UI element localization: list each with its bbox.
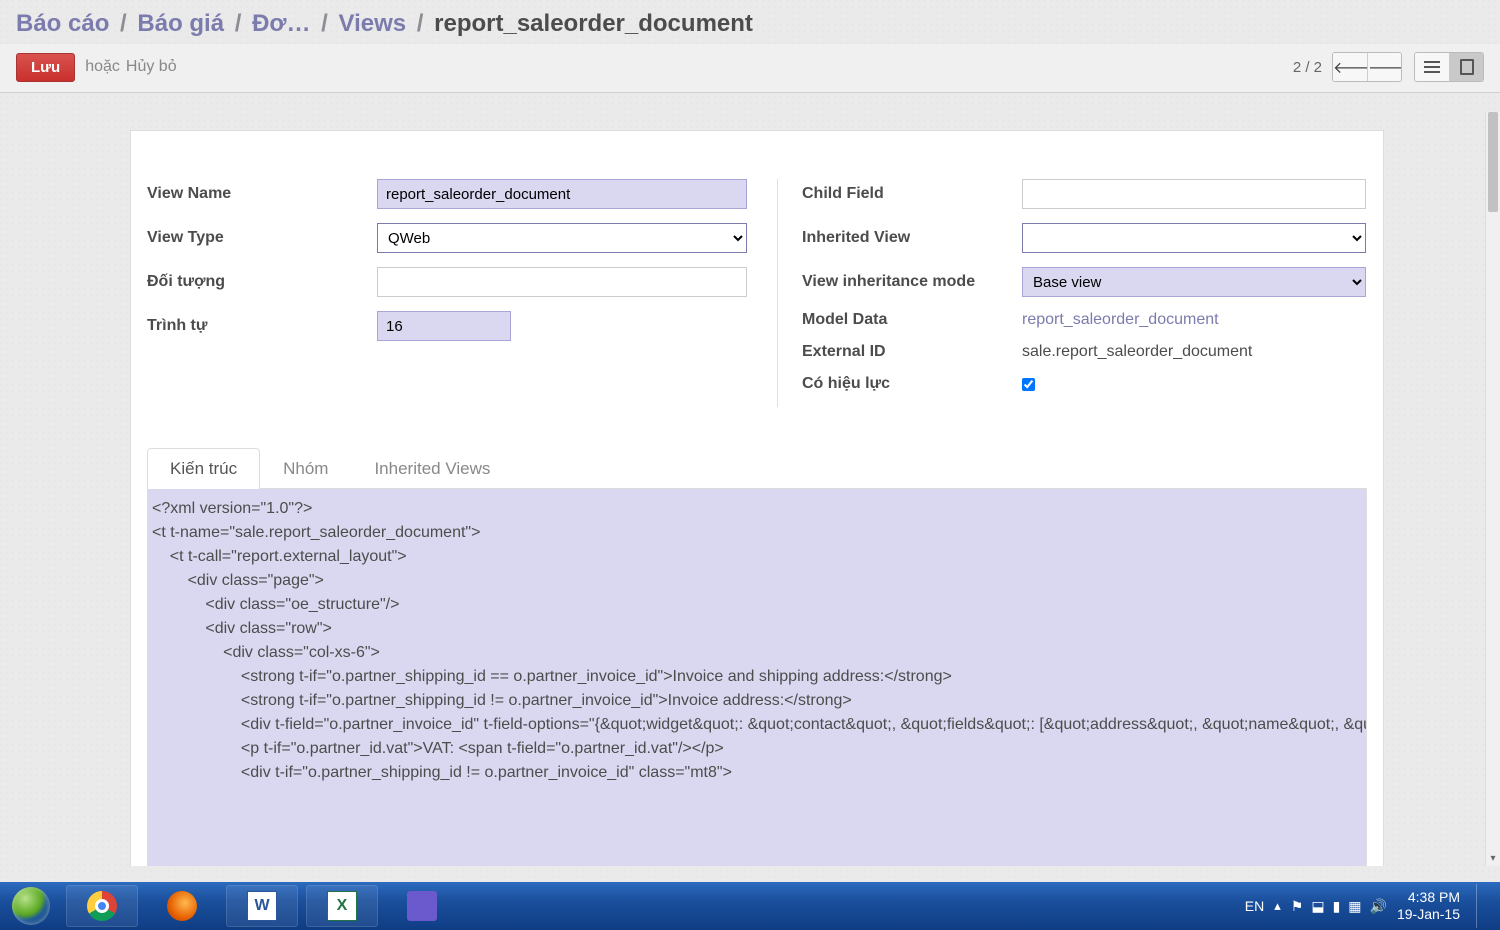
breadcrumb-current: report_saleorder_document — [434, 10, 753, 37]
breadcrumb-link-2[interactable]: Đơ… — [252, 10, 310, 37]
toolbar: Lưu hoặc Hủy bỏ 2 / 2 🡐 🡒 — [0, 44, 1500, 93]
cancel-button[interactable]: Hủy bỏ — [126, 58, 177, 76]
sequence-label: Trình tự — [147, 317, 377, 335]
child-field-input[interactable] — [1022, 179, 1366, 209]
form-card: View Name View Type QWeb Đối tượng — [130, 130, 1384, 866]
active-checkbox[interactable] — [1022, 378, 1035, 391]
volume-icon[interactable]: 🔊 — [1370, 898, 1387, 915]
taskbar-chrome[interactable] — [66, 885, 138, 927]
clock-date: 19-Jan-15 — [1397, 906, 1460, 923]
taskbar-excel[interactable]: X — [306, 885, 378, 927]
breadcrumb-sep: / — [321, 10, 328, 37]
form-left-column: View Name View Type QWeb Đối tượng — [147, 179, 747, 407]
form-right-column: Child Field Inherited View View inherita… — [777, 179, 1367, 407]
pager-text: 2 / 2 — [1293, 59, 1322, 76]
save-button[interactable]: Lưu — [16, 53, 75, 82]
pager-prev-button[interactable]: 🡐 — [1333, 53, 1367, 81]
excel-icon: X — [327, 891, 357, 921]
model-data-link[interactable]: report_saleorder_document — [1022, 311, 1219, 329]
language-indicator[interactable]: EN — [1245, 898, 1264, 914]
breadcrumb-link-1[interactable]: Báo giá — [137, 10, 224, 37]
system-tray: EN ▴ ⚑ ⬓ ▮ ▦ 🔊 4:38 PM 19-Jan-15 — [1245, 884, 1500, 928]
tab-inherited-views[interactable]: Inherited Views — [351, 448, 513, 489]
breadcrumb-sep: / — [417, 10, 424, 37]
view-type-label: View Type — [147, 229, 377, 247]
taskbar-firefox[interactable] — [146, 885, 218, 927]
inherited-view-select[interactable] — [1022, 223, 1366, 253]
list-icon — [1424, 61, 1440, 73]
object-input[interactable] — [377, 267, 747, 297]
flag-icon[interactable]: ⚑ — [1291, 898, 1304, 915]
tray-icons: ⚑ ⬓ ▮ ▦ 🔊 — [1291, 898, 1387, 915]
taskbar-clock[interactable]: 4:38 PM 19-Jan-15 — [1397, 889, 1460, 923]
form-icon — [1460, 59, 1474, 75]
pager-next-button[interactable]: 🡒 — [1367, 53, 1401, 81]
chrome-icon — [87, 891, 117, 921]
breadcrumb-sep: / — [235, 10, 242, 37]
inherited-view-label: Inherited View — [802, 229, 1022, 247]
sequence-input[interactable] — [377, 311, 511, 341]
view-name-label: View Name — [147, 185, 377, 203]
active-label: Có hiệu lực — [802, 375, 1022, 393]
word-icon: W — [247, 891, 277, 921]
view-type-select[interactable]: QWeb — [377, 223, 747, 253]
windows-logo-icon — [12, 887, 50, 925]
clock-time: 4:38 PM — [1397, 889, 1460, 906]
view-name-input[interactable] — [377, 179, 747, 209]
show-desktop-button[interactable] — [1476, 884, 1490, 928]
vertical-scrollbar[interactable]: ▴ ▾ — [1485, 112, 1500, 866]
breadcrumb-link-3[interactable]: Views — [339, 10, 407, 37]
tab-architecture[interactable]: Kiến trúc — [147, 448, 260, 489]
list-view-button[interactable] — [1415, 53, 1449, 81]
scroll-thumb[interactable] — [1488, 112, 1498, 212]
breadcrumb: Báo cáo / Báo giá / Đơ… / Views / report… — [0, 0, 1500, 44]
taskbar-app[interactable] — [386, 885, 458, 927]
breadcrumb-sep: / — [120, 10, 127, 37]
tray-chevron-icon[interactable]: ▴ — [1274, 898, 1281, 914]
start-button[interactable] — [0, 882, 62, 930]
architecture-code-textarea[interactable] — [147, 489, 1367, 866]
tabs: Kiến trúc Nhóm Inherited Views — [147, 447, 1367, 866]
breadcrumb-link-0[interactable]: Báo cáo — [16, 10, 109, 37]
external-id-label: External ID — [802, 343, 1022, 361]
inheritance-mode-label: View inheritance mode — [802, 273, 1022, 291]
inheritance-mode-select[interactable]: Base view — [1022, 267, 1366, 297]
firefox-icon — [167, 891, 197, 921]
object-label: Đối tượng — [147, 273, 377, 291]
scroll-down-icon: ▾ — [1486, 851, 1500, 866]
external-id-value: sale.report_saleorder_document — [1022, 343, 1252, 361]
windows-taskbar: W X EN ▴ ⚑ ⬓ ▮ ▦ 🔊 4:38 PM 19-Jan-15 — [0, 882, 1500, 930]
form-view-button[interactable] — [1449, 53, 1483, 81]
model-data-label: Model Data — [802, 311, 1022, 329]
pager-buttons: 🡐 🡒 — [1332, 52, 1402, 82]
dropbox-icon[interactable]: ⬓ — [1311, 898, 1324, 915]
view-switcher — [1414, 52, 1484, 82]
taskbar-word[interactable]: W — [226, 885, 298, 927]
child-field-label: Child Field — [802, 185, 1022, 203]
tab-groups[interactable]: Nhóm — [260, 448, 351, 489]
app-icon — [407, 891, 437, 921]
battery-icon[interactable]: ▮ — [1333, 898, 1341, 915]
network-icon[interactable]: ▦ — [1348, 898, 1361, 915]
or-text: hoặc — [85, 58, 120, 76]
